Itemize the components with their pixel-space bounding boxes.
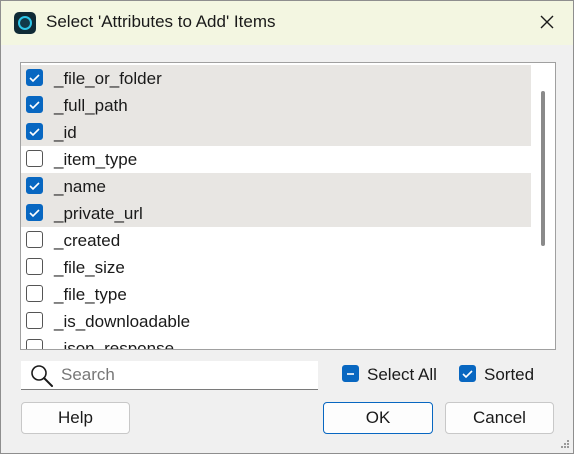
checkmark-icon (29, 74, 40, 83)
item-label: _created (54, 231, 121, 250)
item-checkbox[interactable] (26, 69, 43, 86)
item-label: _item_type (54, 150, 138, 169)
item-checkbox[interactable] (26, 312, 43, 329)
list-item[interactable]: _id (21, 119, 531, 146)
list-item[interactable]: _file_or_folder (21, 65, 531, 92)
item-label: _file_type (54, 285, 127, 304)
checkmark-icon (29, 128, 40, 137)
item-label: _private_url (54, 204, 143, 223)
sorted-label: Sorted (484, 365, 535, 384)
help-button[interactable]: Help (21, 402, 130, 434)
select-all-checkbox[interactable]: Select All (342, 364, 442, 386)
item-checkbox[interactable] (26, 150, 43, 167)
list-item[interactable]: _private_url (21, 200, 531, 227)
ok-button[interactable]: OK (323, 402, 433, 434)
scrollbar-thumb[interactable] (541, 91, 545, 246)
item-label: _file_size (54, 258, 125, 277)
select-all-label: Select All (367, 365, 437, 384)
cancel-button[interactable]: Cancel (445, 402, 554, 434)
search-icon (31, 365, 53, 387)
item-label: _json_response (54, 339, 175, 350)
item-checkbox[interactable] (26, 96, 43, 113)
item-checkbox[interactable] (26, 258, 43, 275)
list-item[interactable]: _created (21, 227, 531, 254)
item-label: _name (54, 177, 106, 196)
item-checkbox[interactable] (26, 204, 43, 221)
select-all-box (342, 365, 359, 382)
list-item[interactable]: _file_type (21, 281, 531, 308)
list-item[interactable]: _full_path (21, 92, 531, 119)
resize-grip-icon[interactable] (560, 439, 570, 449)
search-box[interactable] (21, 361, 318, 390)
dialog-window: Select 'Attributes to Add' Items _json_r… (0, 0, 574, 454)
checkmark-icon (462, 370, 473, 379)
list-item[interactable]: _item_type (21, 146, 531, 173)
list-item[interactable]: _name (21, 173, 531, 200)
item-label: _file_or_folder (54, 69, 162, 88)
close-button[interactable] (529, 7, 565, 39)
close-icon (540, 15, 554, 29)
item-checkbox[interactable] (26, 177, 43, 194)
search-input[interactable] (61, 364, 311, 386)
sorted-checkbox[interactable]: Sorted (459, 364, 539, 386)
checkmark-icon (29, 101, 40, 110)
item-checkbox[interactable] (26, 231, 43, 248)
list-item[interactable]: _file_size (21, 254, 531, 281)
checkmark-icon (29, 209, 40, 218)
item-label: _id (54, 123, 77, 142)
sorted-box (459, 365, 476, 382)
app-icon (14, 12, 36, 34)
title-bar: Select 'Attributes to Add' Items (1, 1, 573, 45)
item-checkbox[interactable] (26, 285, 43, 302)
list-item[interactable]: _json_response (21, 335, 531, 350)
item-checkbox[interactable] (26, 123, 43, 140)
checkmark-icon (29, 182, 40, 191)
list-item[interactable]: _is_downloadable (21, 308, 531, 335)
attributes-list[interactable]: _json_response _is_downloadable _file_type… (20, 62, 556, 350)
window-title: Select 'Attributes to Add' Items (46, 12, 276, 31)
item-checkbox[interactable] (26, 339, 43, 349)
item-label: _is_downloadable (54, 312, 191, 331)
indeterminate-icon (347, 373, 354, 375)
item-label: _full_path (54, 96, 128, 115)
